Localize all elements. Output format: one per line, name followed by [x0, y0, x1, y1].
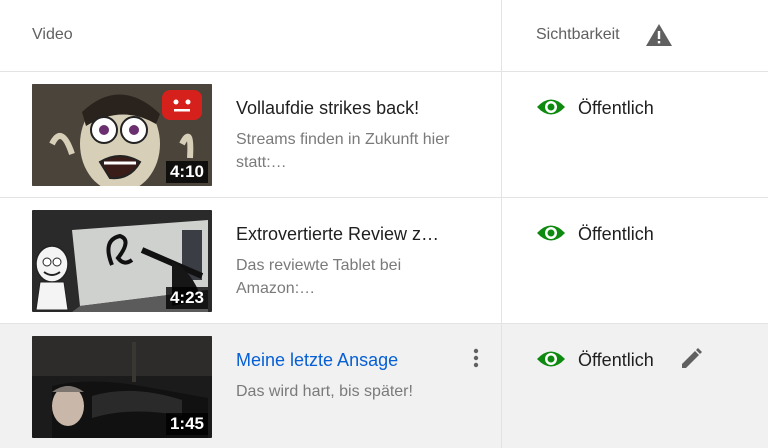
more-vertical-icon[interactable] — [468, 346, 484, 370]
video-description: Das wird hart, bis später! — [236, 383, 413, 400]
video-title[interactable]: Extrovertierte Review z… — [236, 224, 466, 245]
table-row[interactable]: 4:23 Extrovertierte Review z… Das review… — [0, 198, 768, 324]
video-title[interactable]: Meine letzte Ansage — [236, 350, 466, 371]
table-row[interactable]: 4:10 Vollaufdie strikes back! Streams fi… — [0, 72, 768, 198]
video-description: Streams finden in Zukunft hier statt:… — [236, 131, 450, 171]
video-description: Das reviewte Tablet bei Amazon:… — [236, 257, 402, 297]
eye-icon — [537, 351, 565, 367]
visibility-label: Öffentlich — [578, 224, 654, 244]
pencil-icon[interactable] — [678, 346, 704, 372]
eye-icon — [537, 99, 565, 115]
duration-badge: 1:45 — [165, 413, 208, 435]
eye-icon — [537, 225, 565, 241]
video-title[interactable]: Vollaufdie strikes back! — [236, 98, 466, 119]
column-divider — [501, 0, 502, 448]
video-thumbnail[interactable]: 4:10 — [32, 84, 212, 186]
table-header: Video Sichtbarkeit — [0, 0, 768, 72]
visibility-label: Öffentlich — [578, 350, 654, 370]
visibility-label: Öffentlich — [578, 98, 654, 118]
column-header-visibility[interactable]: Sichtbarkeit — [536, 26, 620, 44]
duration-badge: 4:23 — [165, 287, 208, 309]
warning-icon[interactable] — [645, 23, 673, 47]
column-header-video[interactable]: Video — [32, 26, 73, 44]
duration-badge: 4:10 — [165, 161, 208, 183]
table-row[interactable]: 1:45 Meine letzte Ansage Das wird hart, … — [0, 324, 768, 448]
video-thumbnail[interactable]: 1:45 — [32, 336, 212, 438]
video-thumbnail[interactable]: 4:23 — [32, 210, 212, 312]
